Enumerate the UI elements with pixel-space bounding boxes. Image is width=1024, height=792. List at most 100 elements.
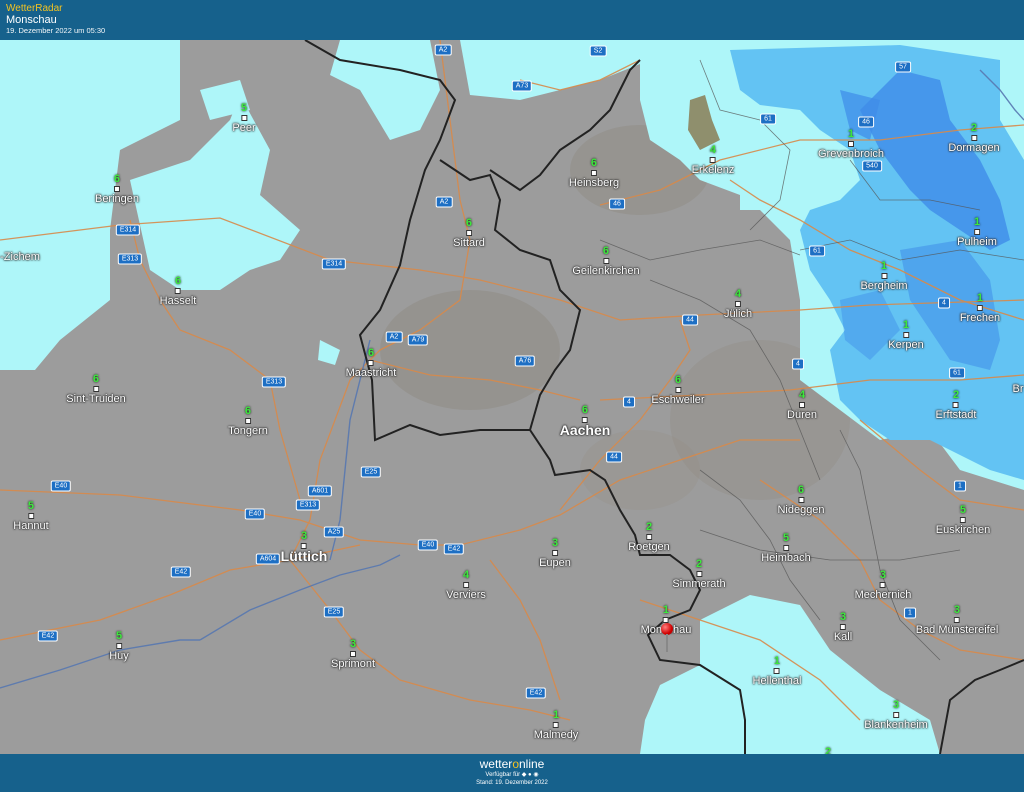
city-label[interactable]: 3 Sprimont	[331, 638, 375, 670]
city-name: Beringen	[94, 193, 140, 205]
city-label[interactable]: 3 Kall	[834, 611, 852, 643]
road-sign: E40	[244, 508, 266, 520]
road-sign: 57	[895, 61, 911, 73]
city-label[interactable]: 3 Bad Münstereifel	[916, 604, 999, 636]
temperature-value: 5	[782, 532, 790, 544]
city-dot	[241, 115, 247, 121]
city-label[interactable]: 2 Simmerath	[672, 558, 725, 590]
city-label[interactable]: 2 Roetgen	[628, 521, 670, 553]
temperature-value: 3	[839, 611, 847, 623]
city-label[interactable]: 6 Maastricht	[346, 347, 397, 379]
city-label[interactable]: -Zichem	[0, 251, 40, 263]
city-dot	[840, 624, 846, 630]
city-dot	[783, 545, 789, 551]
city-label[interactable]: 6 Sint-Truiden	[66, 373, 126, 405]
city-label[interactable]: 1 Grevenbroich	[818, 128, 884, 160]
temperature-value: 6	[367, 347, 375, 359]
city-name: Blankenheim	[864, 719, 928, 731]
city-label[interactable]: 3 Eupen	[539, 537, 571, 569]
city-name: Maastricht	[345, 367, 397, 379]
city-label[interactable]: 4 Düren	[787, 389, 817, 421]
city-name: Erkelenz	[691, 164, 735, 176]
city-name: Dormagen	[948, 142, 1000, 154]
city-label[interactable]: 6 Heinsberg	[569, 157, 619, 189]
logo-text: wetter	[479, 757, 513, 771]
city-dot	[590, 170, 597, 176]
city-dot	[602, 258, 609, 264]
temperature-value: 1	[773, 655, 781, 667]
temperature-value: 4	[798, 389, 806, 401]
city-name: Peer	[232, 122, 256, 134]
temperature-value: 6	[581, 404, 589, 416]
city-label[interactable]: 1 Bergheim	[860, 260, 907, 292]
city-dot	[879, 582, 886, 588]
temperature-value: 4	[709, 144, 717, 156]
city-name: Eschweiler	[651, 394, 705, 406]
road-sign: E42	[170, 566, 192, 578]
city-label[interactable]: 1 Malmedy	[534, 709, 579, 741]
road-sign: E42	[525, 687, 547, 699]
city-name: Tongern	[228, 425, 268, 437]
road-sign: 540	[862, 160, 882, 172]
city-name: Simmerath	[672, 578, 726, 590]
city-label[interactable]: 1 Hellenthal	[753, 655, 802, 687]
city-label[interactable]: 5 Peer	[232, 102, 255, 134]
location-pin-icon[interactable]	[661, 623, 675, 652]
city-dot	[113, 186, 120, 192]
city-label[interactable]: 5 Heimbach	[761, 532, 811, 564]
city-label[interactable]: 4 Verviers	[446, 569, 486, 601]
city-dot	[953, 617, 960, 623]
city-label[interactable]: 3 Mechernich	[855, 569, 912, 601]
city-label[interactable]: 5 Euskirchen	[936, 504, 990, 536]
road-sign: E314	[115, 224, 141, 236]
temperature-value: 1	[880, 260, 888, 272]
city-label[interactable]: 1 Frechen	[960, 292, 1000, 324]
app-store-icons[interactable]: ◆ ● ◉	[522, 772, 539, 778]
city-name: Lüttich	[280, 548, 328, 564]
temperature-value: 1	[976, 292, 984, 304]
temperature-value: 1	[662, 604, 670, 616]
city-label[interactable]: Br	[1013, 383, 1024, 395]
temperature-value: 1	[973, 216, 981, 228]
city-label[interactable]: 4 Erkelenz	[692, 144, 735, 176]
temperature-value: 6	[797, 484, 805, 496]
temperature-value: 3	[953, 604, 961, 616]
city-label[interactable]: 5 Hannut	[13, 500, 48, 532]
city-label[interactable]: 2 Dormagen	[948, 122, 999, 154]
radar-map[interactable]: A2 A73 S2 57 61 46 540 46 61 A2 E314 E31…	[0, 40, 1024, 754]
city-label[interactable]: 6 Beringen	[95, 173, 139, 205]
road-sign: 61	[809, 245, 825, 257]
city-label[interactable]: 3 Lüttich	[280, 530, 328, 564]
city-label[interactable]: 6 Aachen	[560, 404, 611, 437]
city-dot	[465, 230, 472, 236]
wetteronline-logo[interactable]: wetteronline	[0, 758, 1024, 771]
temperature-value: 2	[952, 389, 960, 401]
temperature-value: 6	[244, 405, 252, 417]
city-label[interactable]: 6 Nideggen	[777, 484, 824, 516]
city-label[interactable]: 6 Sittard	[453, 217, 485, 249]
road-sign: A76	[514, 355, 536, 367]
city-label[interactable]: 6 Geilenkirchen	[572, 245, 639, 277]
city-label[interactable]: 6 Tongern	[228, 405, 268, 437]
city-label[interactable]: 2 Erftstadt	[936, 389, 977, 421]
city-dot	[976, 305, 983, 311]
city-dot	[773, 668, 780, 674]
city-name: Pulheim	[957, 236, 997, 248]
city-label[interactable]: 1 Pulheim	[957, 216, 997, 248]
temperature-value: 6	[590, 157, 598, 169]
city-label[interactable]: 5 Huy	[109, 630, 129, 662]
city-label[interactable]: 1 Kerpen	[888, 319, 923, 351]
city-name: Erftstadt	[935, 409, 977, 421]
city-name: Jülich	[723, 308, 753, 320]
city-label[interactable]: 6 Eschweiler	[651, 374, 704, 406]
city-label[interactable]: 2	[825, 746, 831, 754]
city-label[interactable]: 4 Jülich	[724, 288, 752, 320]
city-label[interactable]: 6 Hasselt	[160, 275, 197, 307]
city-dot	[244, 418, 251, 424]
city-dot	[368, 360, 374, 366]
city-dot	[27, 513, 34, 519]
city-label[interactable]: 3 Blankenheim	[864, 699, 928, 731]
city-dot	[959, 517, 966, 523]
city-name: Mechernich	[854, 589, 912, 601]
city-dot	[675, 387, 681, 393]
